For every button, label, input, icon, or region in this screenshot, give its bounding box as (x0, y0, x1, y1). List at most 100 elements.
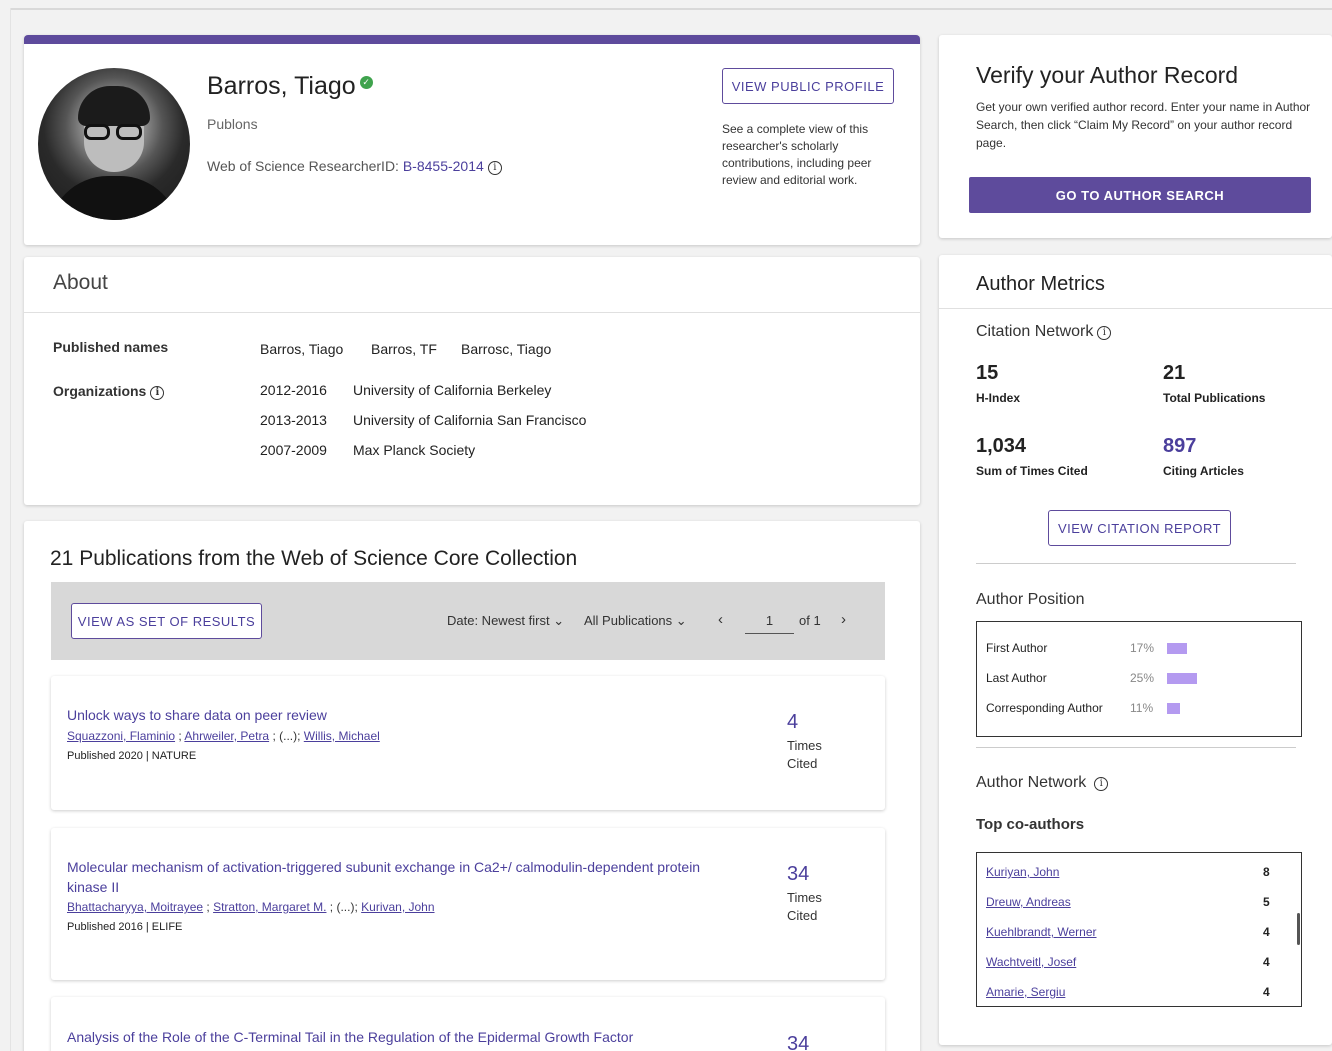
publication-authors: Bhattacharyya, Moitrayee ; Stratton, Mar… (67, 900, 435, 914)
filter-label: All Publications (584, 613, 673, 628)
org-years: 2007-2009 (260, 442, 327, 458)
verify-description: Get your own verified author record. Ent… (976, 100, 1311, 150)
published-names-label: Published names (53, 339, 169, 355)
publication-meta: Published 2016 | ELIFE (67, 921, 183, 933)
info-icon[interactable]: i (1094, 777, 1109, 791)
org-name: Max Planck Society (353, 442, 476, 458)
author-link[interactable]: Bhattacharyya, Moitrayee (67, 900, 203, 914)
sum-times-cited-label: Sum of Times Cited (976, 464, 1088, 478)
chevron-right-icon[interactable]: › (841, 611, 846, 628)
sum-times-cited-value: 1,034 (976, 435, 1027, 457)
verify-author-card: Verify your Author Record Get your own v… (939, 35, 1332, 238)
page-number-input[interactable]: 1 (745, 608, 794, 634)
published-name: Barros, Tiago (260, 341, 344, 357)
top-coauthors-label: Top co-authors (976, 816, 1085, 833)
h-index-label: H-Index (976, 391, 1021, 405)
researcher-id-row: Web of Science ResearcherID: B-8455-2014… (207, 158, 502, 175)
total-publications-value: 21 (1163, 362, 1186, 384)
author-link[interactable]: Ahrweiler, Petra (184, 729, 269, 743)
coauthors-list[interactable]: Kuriyan, John 8 Dreuw, Andreas 5 Kuehlbr… (976, 852, 1302, 1007)
scrollbar-thumb[interactable] (1297, 913, 1300, 945)
organizations-label-row: Organizations i (53, 383, 165, 400)
position-label: Corresponding Author (986, 701, 1103, 715)
publication-item: Analysis of the Role of the C-Terminal T… (51, 997, 885, 1051)
author-link[interactable]: Stratton, Margaret M. (213, 900, 326, 914)
divider (976, 747, 1296, 748)
publications-toolbar: VIEW AS SET OF RESULTS Date: Newest firs… (51, 582, 885, 660)
go-to-author-search-button[interactable]: GO TO AUTHOR SEARCH (969, 177, 1311, 213)
verify-title: Verify your Author Record (976, 62, 1239, 88)
researcher-id-link[interactable]: B-8455-2014 (403, 158, 484, 174)
total-publications-label: Total Publications (1163, 391, 1266, 405)
publication-title-link[interactable]: Molecular mechanism of activation-trigge… (67, 857, 727, 897)
citing-articles-value[interactable]: 897 (1163, 435, 1196, 458)
org-name: University of California Berkeley (353, 382, 552, 398)
coauthor-link[interactable]: Kuriyan, John (986, 865, 1059, 879)
author-link[interactable]: Squazzoni, Flaminio (67, 729, 175, 743)
publication-item: Molecular mechanism of activation-trigge… (51, 828, 885, 980)
filter-dropdown[interactable]: All Publications ⌄ (584, 613, 687, 629)
coauthor-link[interactable]: Wachtveitl, Josef (986, 955, 1076, 969)
org-years: 2012-2016 (260, 382, 327, 398)
org-years: 2013-2013 (260, 412, 327, 428)
author-metrics-card: Author Metrics Citation Network i 15 H-In… (939, 255, 1332, 1045)
author-link[interactable]: Kurivan, John (361, 900, 434, 914)
organizations-label: Organizations (53, 383, 147, 399)
info-icon[interactable]: i (150, 386, 165, 400)
about-divider (24, 312, 920, 313)
sort-dropdown[interactable]: Date: Newest first ⌄ (447, 613, 564, 629)
coauthor-count: 4 (1263, 925, 1270, 939)
author-network-row: Author Network i (976, 774, 1109, 792)
position-percent: 17% (1130, 641, 1155, 655)
times-cited-count[interactable]: 34 (787, 1033, 809, 1051)
times-cited-count[interactable]: 4 (787, 711, 798, 734)
times-cited-label: Times Cited (787, 738, 822, 771)
about-title: About (53, 271, 108, 294)
view-as-set-button[interactable]: VIEW AS SET OF RESULTS (71, 603, 262, 639)
top-border (10, 8, 1332, 10)
verified-check-icon: ✓ (359, 76, 373, 89)
profile-organization: Publons (207, 116, 258, 132)
info-icon[interactable]: i (1097, 326, 1112, 340)
divider (976, 563, 1296, 564)
researcher-id-label: Web of Science ResearcherID: (207, 158, 403, 174)
citation-network-row: Citation Network i (976, 323, 1112, 341)
citation-network-label: Citation Network (976, 323, 1094, 340)
org-name: University of California San Francisco (353, 412, 587, 428)
publication-authors: Squazzoni, Flaminio ; Ahrweiler, Petra ;… (67, 729, 380, 743)
position-percent: 25% (1130, 671, 1155, 685)
coauthor-link[interactable]: Kuehlbrandt, Werner (986, 925, 1097, 939)
position-bar (1167, 643, 1187, 654)
avatar (38, 68, 190, 220)
info-icon[interactable]: i (487, 161, 502, 175)
publication-meta: Published 2020 | NATURE (67, 750, 197, 762)
publication-title-link[interactable]: Unlock ways to share data on peer review (67, 705, 727, 725)
view-citation-report-button[interactable]: VIEW CITATION REPORT (1048, 510, 1231, 546)
sort-label: Date: Newest first (447, 613, 550, 628)
h-index-value: 15 (976, 362, 999, 384)
about-card: About Published names Barros, Tiago Barr… (24, 257, 920, 505)
times-cited-count[interactable]: 34 (787, 863, 809, 886)
publication-item: Unlock ways to share data on peer review… (51, 676, 885, 810)
citing-articles-label: Citing Articles (1163, 464, 1244, 478)
view-public-profile-button[interactable]: VIEW PUBLIC PROFILE (722, 68, 894, 104)
coauthor-link[interactable]: Dreuw, Andreas (986, 895, 1071, 909)
author-link[interactable]: Willis, Michael (304, 729, 380, 743)
published-name: Barrosc, Tiago (461, 341, 552, 357)
author-position-box: First Author 17% Last Author 25% Corresp… (976, 621, 1302, 737)
publications-card: 21 Publications from the Web of Science … (24, 521, 920, 1051)
chevron-left-icon[interactable]: ‹ (718, 611, 723, 628)
coauthor-link[interactable]: Amarie, Sergiu (986, 985, 1065, 999)
publications-title: 21 Publications from the Web of Science … (50, 547, 578, 570)
profile-name-row: Barros, Tiago ✓ (207, 72, 373, 101)
position-label: First Author (986, 641, 1048, 655)
position-label: Last Author (986, 671, 1047, 685)
author-network-label: Author Network (976, 774, 1087, 791)
publication-title-link[interactable]: Analysis of the Role of the C-Terminal T… (67, 1027, 767, 1047)
chevron-down-icon: ⌄ (553, 613, 565, 628)
profile-description: See a complete view of this researcher's… (722, 122, 872, 187)
published-name: Barros, TF (371, 341, 437, 357)
profile-card: Barros, Tiago ✓ Publons Web of Science Re… (24, 35, 920, 245)
coauthor-count: 4 (1263, 985, 1270, 999)
times-cited-label: Times Cited (787, 890, 822, 923)
